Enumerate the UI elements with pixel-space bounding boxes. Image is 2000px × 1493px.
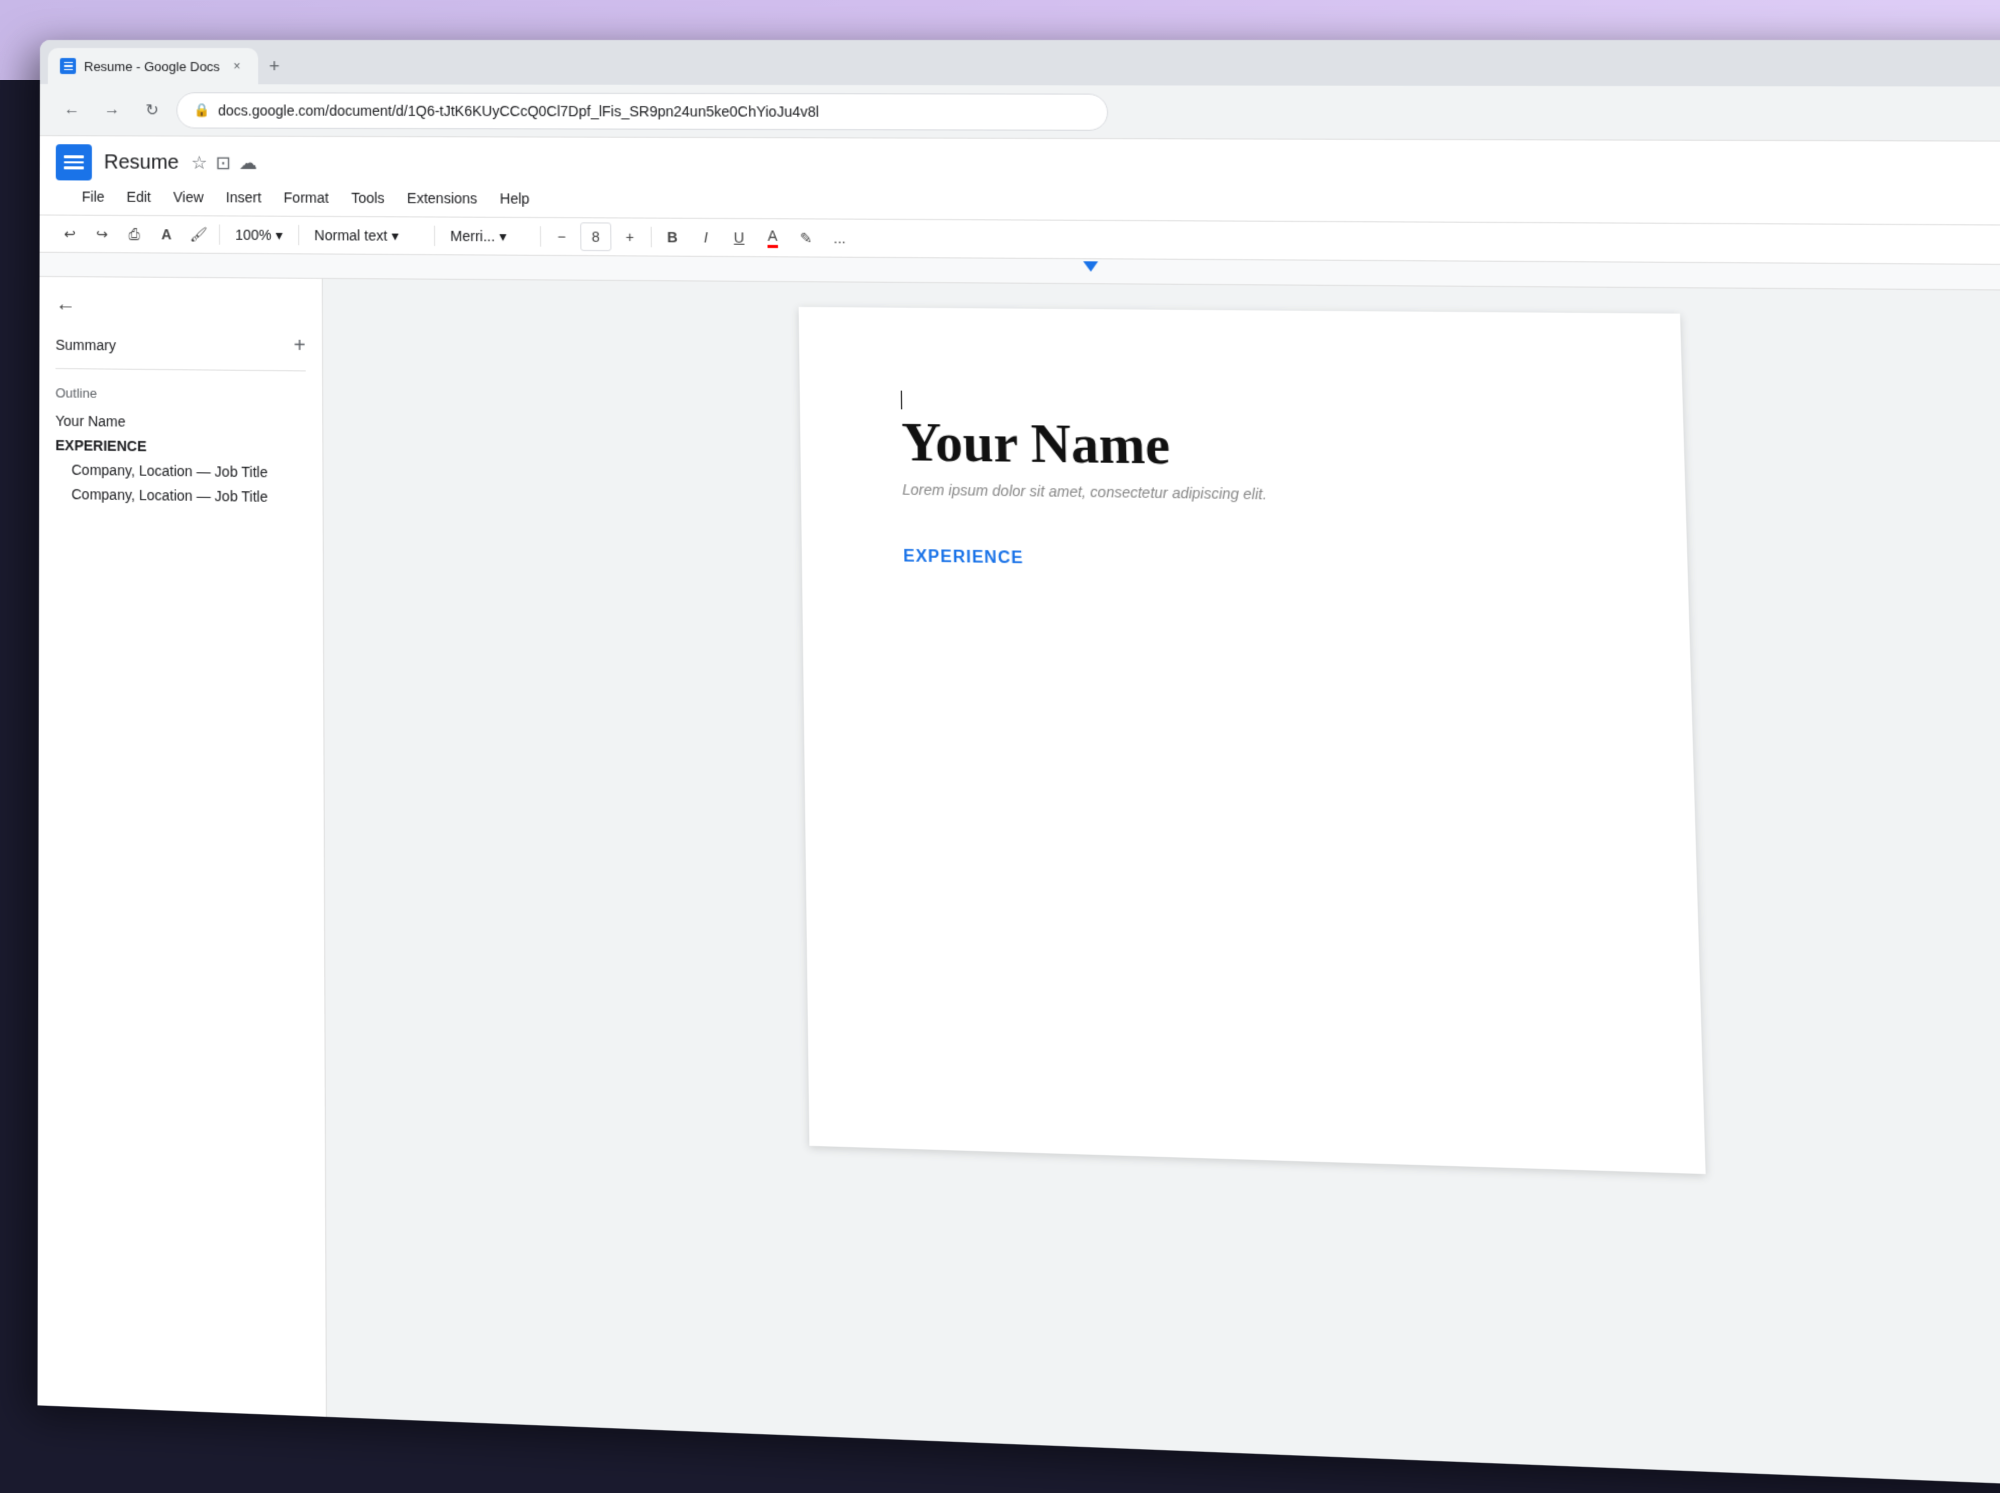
docs-title-icons: ☆ ⊡ ☁ (191, 152, 257, 173)
outline-item-name[interactable]: Your Name (55, 409, 306, 436)
sidebar-summary-header[interactable]: Summary + (56, 333, 306, 359)
docs-header: Resume ☆ ⊡ ☁ File Edit View Insert Forma… (40, 136, 2000, 226)
menu-extensions[interactable]: Extensions (397, 186, 488, 211)
ruler-marker (1083, 261, 1098, 271)
outline-item-job2[interactable]: Company, Location — Job Title (55, 482, 306, 510)
text-color-button[interactable]: A (758, 223, 788, 252)
zoom-dropdown[interactable]: 100% ▾ (226, 221, 292, 249)
doc-subtitle: Lorem ipsum dolor sit amet, consectetur … (902, 482, 1580, 507)
bold-button[interactable]: B (658, 223, 687, 252)
menu-edit[interactable]: Edit (117, 185, 161, 209)
tab-bar: Resume - Google Docs × + (40, 40, 2000, 87)
toolbar-separator-2 (298, 225, 299, 245)
doc-area: Your Name Lorem ipsum dolor sit amet, co… (323, 279, 2000, 1493)
zoom-arrow: ▾ (276, 226, 283, 243)
toolbar-separator-3 (434, 226, 435, 246)
font-size-decrease-button[interactable]: − (547, 222, 576, 251)
drive-icon[interactable]: ⊡ (215, 152, 230, 173)
docs-main: ← Summary + Outline Your Name EXPERIENCE… (38, 277, 2000, 1493)
outline-item-experience[interactable]: EXPERIENCE (55, 433, 306, 460)
italic-button[interactable]: I (691, 223, 720, 252)
doc-title[interactable]: Resume (104, 151, 179, 174)
tab-favicon (60, 58, 76, 74)
style-dropdown[interactable]: Normal text ▾ (305, 221, 428, 249)
tab-title: Resume - Google Docs (84, 59, 220, 74)
menu-format[interactable]: Format (273, 185, 339, 210)
refresh-button[interactable]: ↻ (136, 94, 168, 126)
address-bar-row: ← → ↻ 🔒 docs.google.com/document/d/1Q6-t… (40, 84, 2000, 142)
cloud-icon[interactable]: ☁ (239, 152, 257, 173)
sidebar-back-button[interactable]: ← (56, 293, 306, 318)
sidebar-summary-title: Summary (56, 336, 116, 353)
docs-logo (56, 144, 92, 180)
sidebar-summary-section: Summary + (55, 333, 305, 372)
url-text: docs.google.com/document/d/1Q6-tJtK6KUyC… (218, 102, 819, 119)
outline-item-job1[interactable]: Company, Location — Job Title (55, 457, 306, 485)
menu-insert[interactable]: Insert (216, 185, 272, 210)
toolbar-separator-1 (219, 224, 220, 244)
doc-page: Your Name Lorem ipsum dolor sit amet, co… (799, 307, 1706, 1174)
lock-icon: 🔒 (194, 102, 210, 118)
active-tab[interactable]: Resume - Google Docs × (48, 48, 258, 84)
sidebar-add-button[interactable]: + (294, 335, 306, 359)
docs-app: Resume ☆ ⊡ ☁ File Edit View Insert Forma… (38, 136, 2000, 1493)
outline-label: Outline (55, 385, 305, 403)
font-size-value[interactable]: 8 (580, 222, 611, 251)
font-dropdown[interactable]: Merri... ▾ (441, 222, 534, 250)
doc-section-experience: EXPERIENCE (903, 548, 1582, 577)
more-options-button[interactable]: ... (825, 224, 855, 253)
redo-button[interactable]: ↪ (88, 220, 116, 248)
underline-button[interactable]: U (724, 223, 754, 252)
zoom-value: 100% (235, 227, 271, 243)
undo-button[interactable]: ↩ (56, 220, 84, 248)
docs-title-row: Resume ☆ ⊡ ☁ (56, 144, 2000, 189)
toolbar-separator-4 (540, 226, 541, 246)
font-size-increase-button[interactable]: + (615, 223, 644, 252)
back-button[interactable]: ← (56, 94, 88, 126)
menu-bar: File Edit View Insert Format Tools Exten… (56, 182, 2000, 221)
text-cursor (901, 391, 902, 410)
new-tab-button[interactable]: + (258, 48, 291, 84)
spellcheck-button[interactable]: A (152, 220, 180, 248)
highlight-button[interactable]: ✎ (791, 223, 821, 252)
font-value: Merri... (450, 228, 495, 245)
style-value: Normal text (314, 227, 387, 244)
menu-tools[interactable]: Tools (341, 186, 395, 211)
address-bar[interactable]: 🔒 docs.google.com/document/d/1Q6-tJtK6KU… (176, 92, 1108, 131)
forward-button[interactable]: → (96, 94, 128, 126)
menu-file[interactable]: File (72, 184, 115, 208)
menu-help[interactable]: Help (489, 186, 539, 211)
doc-heading-name: Your Name (901, 414, 1579, 482)
sidebar: ← Summary + Outline Your Name EXPERIENCE… (38, 277, 327, 1417)
paint-format-button[interactable]: 🖌 (185, 220, 213, 248)
style-arrow: ▾ (391, 227, 398, 244)
print-button[interactable]: ⎙ (120, 220, 148, 248)
toolbar-separator-5 (650, 227, 651, 248)
tab-close-button[interactable]: × (228, 57, 246, 75)
font-arrow: ▾ (499, 228, 506, 245)
menu-view[interactable]: View (163, 185, 214, 209)
star-icon[interactable]: ☆ (191, 152, 207, 173)
